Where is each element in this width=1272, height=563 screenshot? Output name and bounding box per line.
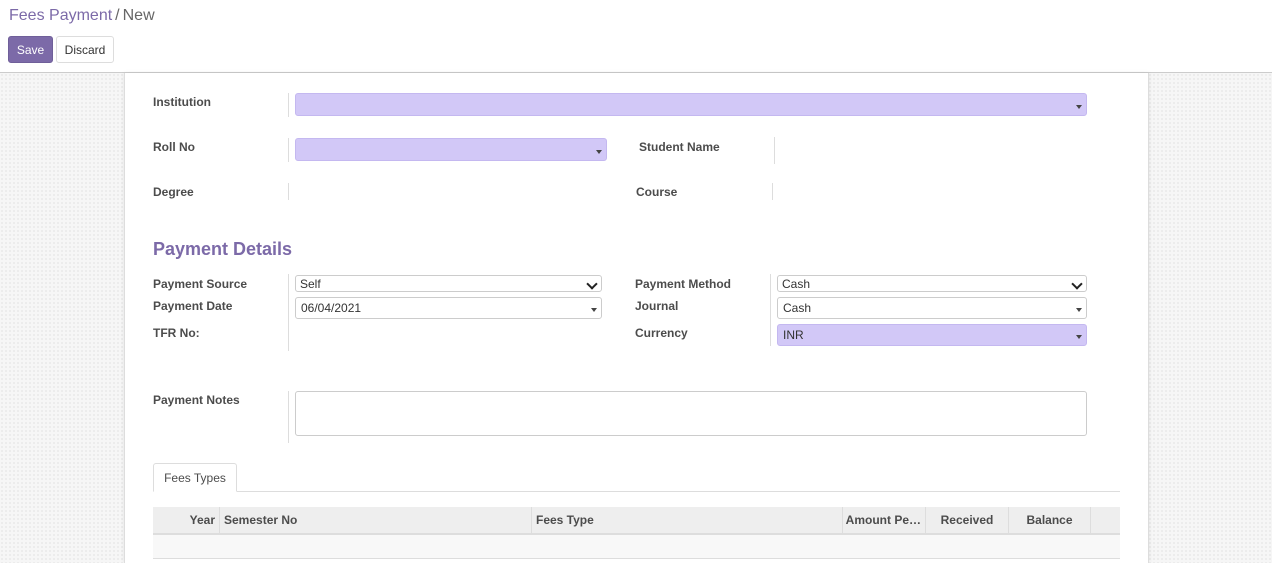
payment-source-value: Self [300,276,321,291]
field-divider [288,138,289,162]
payment-date-field[interactable]: 06/04/2021 [295,297,602,319]
form-content-area: Institution Roll No Student Name Degree … [0,73,1272,563]
degree-label: Degree [153,185,194,199]
payment-details-heading: Payment Details [153,239,293,259]
field-divider [772,183,773,200]
chevron-down-icon [586,278,598,290]
group-divider [770,274,771,346]
chevron-down-icon [1071,278,1083,290]
roll-no-label: Roll No [153,140,195,154]
caret-down-icon [596,149,602,154]
column-header-amount[interactable]: Amount Pe… [843,507,926,533]
payment-notes-label: Payment Notes [153,393,240,407]
student-name-label: Student Name [639,140,720,154]
journal-value: Cash [783,301,812,315]
field-divider [288,183,289,200]
tab-fees-types[interactable]: Fees Types [153,463,237,492]
payment-method-value: Cash [782,276,811,291]
currency-label: Currency [635,326,688,340]
currency-value: INR [783,328,804,342]
column-header-semester-no[interactable]: Semester No [220,507,532,533]
column-header-year[interactable]: Year [153,507,220,533]
save-button[interactable]: Save [8,36,53,63]
payment-method-select[interactable]: Cash [777,275,1087,292]
currency-field[interactable]: INR [777,324,1087,346]
payment-date-value: 06/04/2021 [301,301,362,315]
field-divider [288,391,289,443]
breadcrumb: Fees Payment / New [9,7,155,25]
column-header-received[interactable]: Received [926,507,1009,533]
roll-no-field[interactable] [295,138,607,161]
discard-button[interactable]: Discard [56,36,114,63]
course-label: Course [636,185,678,199]
field-divider [288,93,289,117]
column-header-balance[interactable]: Balance [1009,507,1091,533]
group-divider [288,274,289,351]
journal-label: Journal [635,299,679,313]
table-header: Year Semester No Fees Type Amount Pe… Re… [153,507,1120,535]
control-panel: Fees Payment / New Save Discard [0,0,1272,73]
field-divider [774,137,775,164]
form-sheet: Institution Roll No Student Name Degree … [124,73,1149,563]
journal-field[interactable]: Cash [777,297,1087,319]
institution-label: Institution [153,95,211,109]
payment-source-select[interactable]: Self [295,275,602,292]
payment-date-label: Payment Date [153,299,233,313]
caret-down-icon [1076,104,1082,109]
tab-divider [153,491,1120,492]
tfr-no-label: TFR No: [153,326,200,340]
payment-source-label: Payment Source [153,277,248,291]
column-header-fees-type[interactable]: Fees Type [532,507,843,533]
caret-down-icon [591,308,597,312]
payment-notes-textarea[interactable] [295,391,1087,436]
caret-down-icon [1076,308,1082,312]
breadcrumb-current: New [122,7,155,24]
caret-down-icon [1076,335,1082,339]
table-row [153,535,1120,559]
payment-method-label: Payment Method [635,277,732,291]
breadcrumb-separator: / [115,7,120,24]
institution-field[interactable] [295,93,1087,116]
breadcrumb-parent-link[interactable]: Fees Payment [9,7,112,24]
